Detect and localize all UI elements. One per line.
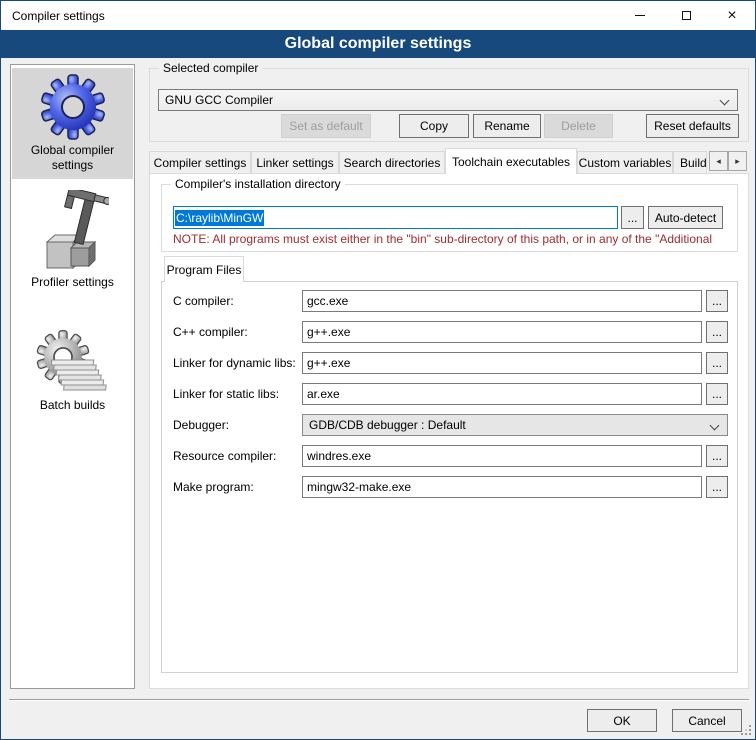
chevron-down-icon xyxy=(720,96,730,106)
minimize-button[interactable] xyxy=(617,1,663,30)
installation-directory-value: C:\raylib\MinGW xyxy=(175,210,264,226)
linker-dynamic-browse-button[interactable]: ... xyxy=(706,352,728,374)
tab-linker-settings[interactable]: Linker settings xyxy=(251,151,339,174)
maximize-icon xyxy=(682,11,691,20)
linker-static-browse-button[interactable]: ... xyxy=(706,383,728,405)
cpp-compiler-browse-button[interactable]: ... xyxy=(706,321,728,343)
sidebar-item-label: Batch builds xyxy=(14,398,131,413)
field-label-debugger: Debugger: xyxy=(173,418,229,432)
linker-static-input[interactable] xyxy=(302,383,702,405)
ok-button[interactable]: OK xyxy=(587,709,657,732)
sidebar-item-label: Global compiler settings xyxy=(14,143,131,173)
tab-build-options[interactable]: Build options xyxy=(673,151,707,174)
arrow-left-icon: ◂ xyxy=(716,156,721,167)
close-button[interactable]: × xyxy=(709,1,755,30)
window-title: Compiler settings xyxy=(12,9,105,23)
make-program-input[interactable] xyxy=(302,476,702,498)
copy-button[interactable]: Copy xyxy=(399,114,469,138)
field-label-linker-static: Linker for static libs: xyxy=(173,387,279,401)
footer-separator xyxy=(9,699,749,701)
cpp-compiler-input[interactable] xyxy=(302,321,702,343)
tab-toolchain-executables[interactable]: Toolchain executables xyxy=(445,148,577,174)
sidebar-item-profiler-settings[interactable]: Profiler settings xyxy=(12,184,133,296)
field-label-resource-compiler: Resource compiler: xyxy=(173,449,276,463)
page-title: Global compiler settings xyxy=(1,30,755,58)
title-bar: Compiler settings × xyxy=(1,1,755,30)
resource-compiler-input[interactable] xyxy=(302,445,702,467)
c-compiler-input[interactable] xyxy=(302,290,702,312)
compiler-settings-dialog: Compiler settings × Global compiler sett… xyxy=(0,0,756,740)
tab-custom-variables[interactable]: Custom variables xyxy=(577,151,673,174)
field-label-cpp-compiler: C++ compiler: xyxy=(173,325,248,339)
directory-browse-button[interactable]: ... xyxy=(621,206,644,229)
caption-buttons: × xyxy=(617,1,755,30)
compiler-select-value: GNU GCC Compiler xyxy=(165,93,273,107)
rename-button[interactable]: Rename xyxy=(473,114,541,138)
field-label-make-program: Make program: xyxy=(173,480,254,494)
installation-directory-group-label: Compiler's installation directory xyxy=(171,177,345,191)
delete-button: Delete xyxy=(544,114,613,138)
linker-dynamic-input[interactable] xyxy=(302,352,702,374)
sidebar-item-label: Profiler settings xyxy=(14,275,131,290)
tab-program-files[interactable]: Program Files xyxy=(164,256,244,282)
debugger-select[interactable]: GDB/CDB debugger : Default xyxy=(302,414,728,436)
minimize-icon xyxy=(635,15,645,16)
field-label-c-compiler: C compiler: xyxy=(173,294,234,308)
arrow-right-icon: ▸ xyxy=(735,156,740,167)
installation-directory-input[interactable]: C:\raylib\MinGW xyxy=(173,206,618,229)
resize-grip-icon[interactable] xyxy=(741,725,751,735)
cancel-button[interactable]: Cancel xyxy=(672,709,742,732)
note-text: NOTE: All programs must exist either in … xyxy=(173,232,735,246)
reset-defaults-button[interactable]: Reset defaults xyxy=(646,114,739,138)
sidebar-item-batch-builds[interactable]: Batch builds xyxy=(12,323,133,419)
resource-compiler-browse-button[interactable]: ... xyxy=(706,445,728,467)
make-program-browse-button[interactable]: ... xyxy=(706,476,728,498)
settings-category-list: Global compiler settings xyxy=(10,64,135,689)
chevron-down-icon xyxy=(710,421,720,431)
selected-compiler-group-label: Selected compiler xyxy=(159,61,262,75)
tab-scroll-right-button[interactable]: ▸ xyxy=(728,151,747,171)
gear-blue-icon xyxy=(14,74,131,140)
set-as-default-button: Set as default xyxy=(281,114,371,138)
debugger-select-value: GDB/CDB debugger : Default xyxy=(309,418,466,432)
tab-scroll-left-button[interactable]: ◂ xyxy=(709,151,728,171)
maximize-button[interactable] xyxy=(663,1,709,30)
close-icon: × xyxy=(727,8,736,24)
field-label-linker-dynamic: Linker for dynamic libs: xyxy=(173,356,296,370)
caliper-icon xyxy=(14,190,131,272)
compiler-select[interactable]: GNU GCC Compiler xyxy=(158,89,738,111)
tab-search-directories[interactable]: Search directories xyxy=(339,151,445,174)
tab-compiler-settings[interactable]: Compiler settings xyxy=(149,151,251,174)
auto-detect-button[interactable]: Auto-detect xyxy=(648,206,723,229)
sidebar-item-global-compiler-settings[interactable]: Global compiler settings xyxy=(12,68,133,179)
gear-stack-icon xyxy=(14,329,131,395)
c-compiler-browse-button[interactable]: ... xyxy=(706,290,728,312)
